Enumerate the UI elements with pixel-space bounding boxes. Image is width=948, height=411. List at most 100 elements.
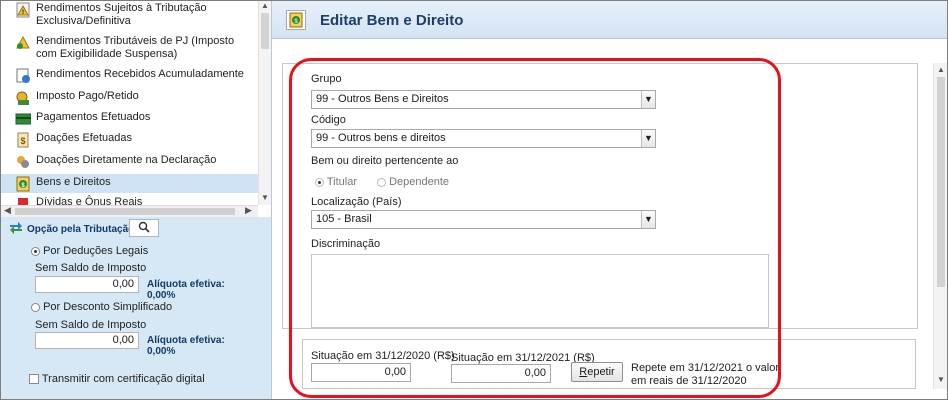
page-header: $ Editar Bem e Direito	[272, 1, 947, 39]
repete-note-2: em reais de 31/12/2020	[631, 375, 747, 387]
localizacao-select[interactable]: 105 - Brasil ▼	[311, 210, 656, 229]
repete-note-1: Repete em 31/12/2021 o valor	[631, 362, 779, 374]
bem-direito-form: Grupo 99 - Outros Bens e Direitos ▼ Códi…	[282, 63, 918, 329]
localizacao-label: Localização (País)	[311, 196, 402, 208]
pertencente-label: Bem ou direito pertencente ao	[311, 155, 459, 167]
grupo-label: Grupo	[311, 73, 342, 85]
payment-card-icon	[15, 111, 31, 127]
sem-saldo-label-1: Sem Saldo de Imposto	[35, 262, 147, 274]
transmitir-label: Transmitir com certificação digital	[41, 373, 205, 385]
sidebar-item-label: Rendimentos Recebidos Acumuladamente	[36, 68, 244, 80]
radio-icon	[31, 302, 40, 312]
sidebar-item-doacoes-diretas[interactable]: Doações Diretamente na Declaração	[1, 154, 258, 170]
left-panel: ! Rendimentos Sujeitos à Tributação Excl…	[1, 1, 272, 399]
codigo-label: Código	[311, 114, 346, 126]
opcao-options: Por Deduções Legais Sem Saldo de Imposto…	[23, 243, 249, 393]
repetir-hotkey: R	[579, 366, 588, 378]
arrows-icon	[9, 221, 23, 238]
valor-simplificado: 0,00	[35, 332, 139, 349]
direct-donation-icon	[15, 154, 31, 170]
opcao-tributacao-panel: Opção pela Tributação: Por Deduções Lega…	[1, 217, 271, 399]
dependente-label: Dependente	[389, 176, 450, 188]
sidebar-item-label: Bens e Direitos	[36, 176, 111, 188]
situacao-2020-input[interactable]: 0,00	[311, 363, 411, 382]
assets-icon: $	[286, 10, 306, 30]
scroll-up-icon[interactable]: ▲	[937, 65, 945, 74]
radio-deducoes-legais[interactable]: Por Deduções Legais	[31, 245, 148, 257]
repetir-label: epetir	[587, 366, 615, 378]
titular-label: Titular	[326, 176, 358, 188]
main-vertical-scrollbar[interactable]: ▲ ▼	[933, 63, 947, 389]
scroll-thumb[interactable]	[937, 77, 945, 287]
scroll-right-icon[interactable]: ▶	[245, 205, 252, 216]
sidebar-item-imposto-pago[interactable]: Imposto Pago/Retido	[1, 90, 258, 106]
scroll-down-icon[interactable]: ▼	[937, 375, 945, 384]
repetir-button[interactable]: Repetir	[571, 362, 623, 382]
discriminacao-label: Discriminação	[311, 238, 381, 250]
tax-paid-icon	[15, 90, 31, 106]
sidebar-item-label: Rendimentos Tributáveis de PJ (Imposto c…	[36, 35, 235, 60]
checkbox-icon	[29, 374, 39, 385]
sidebar-item-doacoes[interactable]: $ Doações Efetuadas	[1, 132, 258, 148]
sidebar-item-rendimentos-exclusiva[interactable]: ! Rendimentos Sujeitos à Tributação Excl…	[1, 2, 258, 28]
sidebar-item-label: Pagamentos Efetuados	[36, 111, 151, 123]
scroll-thumb[interactable]	[15, 208, 235, 215]
grupo-value: 99 - Outros Bens e Direitos	[316, 93, 449, 105]
chevron-down-icon[interactable]: ▼	[641, 211, 655, 228]
sidebar-item-label: Rendimentos Sujeitos à Tributação Exclus…	[36, 2, 207, 27]
transmitir-checkbox[interactable]: Transmitir com certificação digital	[29, 373, 205, 385]
discriminacao-textarea[interactable]	[311, 254, 769, 328]
svg-text:$: $	[20, 136, 25, 146]
grupo-select[interactable]: 99 - Outros Bens e Direitos ▼	[311, 90, 656, 109]
sem-saldo-label-2: Sem Saldo de Imposto	[35, 319, 147, 331]
sidebar-item-label: Imposto Pago/Retido	[36, 90, 139, 102]
radio-desconto-simplificado[interactable]: Por Desconto Simplificado	[31, 301, 172, 313]
sidebar-item-label: Doações Diretamente na Declaração	[36, 154, 217, 166]
radio-icon	[315, 177, 324, 187]
app-window: ! Rendimentos Sujeitos à Tributação Excl…	[0, 0, 948, 400]
page-title: Editar Bem e Direito	[320, 12, 464, 29]
scroll-left-icon[interactable]: ◀	[4, 205, 11, 216]
warning-doc-icon: !	[15, 2, 31, 18]
opcao-title: Opção pela Tributação:	[27, 224, 138, 235]
donation-icon: $	[15, 132, 31, 148]
pj-suspensa-icon	[15, 35, 31, 51]
sidebar-item-rendimentos-pj-suspensa[interactable]: Rendimentos Tributáveis de PJ (Imposto c…	[1, 35, 258, 61]
radio-titular[interactable]: Titular	[315, 176, 357, 188]
situacao-box: Situação em 31/12/2020 (R$) 0,00 Situaçã…	[302, 339, 916, 389]
radio-dependente[interactable]: Dependente	[377, 176, 449, 188]
chevron-down-icon[interactable]: ▼	[641, 91, 655, 108]
deducoes-label: Por Deduções Legais	[43, 245, 149, 257]
sidebar-nav: ! Rendimentos Sujeitos à Tributação Excl…	[1, 1, 258, 205]
sidebar-item-label: Doações Efetuadas	[36, 132, 133, 144]
aliquota-simplificado: Alíquota efetiva: 0,00%	[147, 335, 225, 357]
aliquota-deducoes: Alíquota efetiva: 0,00%	[147, 279, 225, 301]
chevron-down-icon[interactable]: ▼	[641, 130, 655, 147]
codigo-value: 99 - Outros bens e direitos	[316, 132, 446, 144]
assets-icon: $	[15, 176, 31, 192]
magnifier-button[interactable]	[129, 219, 159, 237]
sidebar-item-bens-direitos[interactable]: $ Bens e Direitos	[1, 174, 258, 193]
sidebar-item-dividas[interactable]: Dívidas e Ônus Reais	[1, 196, 258, 205]
radio-icon	[31, 246, 40, 256]
sidebar-horizontal-scrollbar[interactable]: ◀ ▶	[1, 205, 258, 217]
valor-deducoes: 0,00	[35, 276, 139, 293]
situacao-2020-label: Situação em 31/12/2020 (R$)	[311, 350, 455, 362]
main-panel: $ Editar Bem e Direito Grupo 99 - Outros…	[272, 1, 947, 399]
localizacao-value: 105 - Brasil	[316, 213, 372, 225]
scroll-up-icon[interactable]: ▲	[261, 1, 269, 10]
sidebar-item-rendimentos-acumulados[interactable]: Rendimentos Recebidos Acumuladamente	[1, 68, 258, 84]
scroll-thumb[interactable]	[261, 13, 269, 49]
opcao-header: Opção pela Tributação:	[9, 221, 138, 238]
sidebar-vertical-scrollbar[interactable]: ▲ ▼	[258, 1, 271, 205]
sidebar-item-pagamentos[interactable]: Pagamentos Efetuados	[1, 111, 258, 127]
debts-icon	[15, 196, 31, 205]
search-icon	[138, 221, 150, 236]
accumulated-income-icon	[15, 68, 31, 84]
simplificado-label: Por Desconto Simplificado	[43, 301, 173, 313]
codigo-select[interactable]: 99 - Outros bens e direitos ▼	[311, 129, 656, 148]
scroll-down-icon[interactable]: ▼	[261, 193, 269, 202]
situacao-2021-input[interactable]: 0,00	[451, 364, 551, 383]
radio-icon	[377, 177, 386, 187]
svg-text:!: !	[22, 10, 24, 16]
